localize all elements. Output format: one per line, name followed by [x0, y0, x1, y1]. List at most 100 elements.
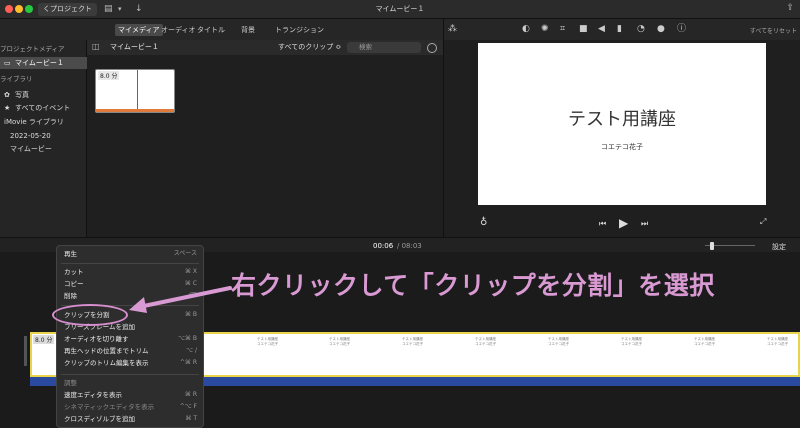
fullscreen-icon[interactable]: ⤢ — [760, 217, 766, 227]
menu-item-cinematic-editor[interactable]: シネマティックエディタを表示 ^⌥ F — [57, 402, 203, 412]
menu-item-label: オーディオを切り離す — [64, 335, 129, 343]
slide-title: テスト用講座 — [568, 109, 676, 130]
menu-item-label: カット — [64, 268, 84, 276]
browser-tabs: マイメディア オーディオ タイトル 背景 トランジション — [0, 19, 443, 40]
clip-duration-badge: 8.0 分 — [33, 335, 55, 344]
share-icon[interactable]: ⇪ — [786, 3, 794, 13]
adjustment-toolbar: ⁂ ◐ ✺ ⌗ ■ ◀ ▮ ◔ ● ⓘ すべてをリセット — [444, 19, 800, 40]
total-time: / 08:03 — [397, 242, 422, 250]
browser-title: マイムービー１ — [110, 43, 159, 51]
stabilization-icon[interactable]: ■ — [579, 24, 588, 35]
annotation-arrow — [129, 286, 232, 313]
info-icon[interactable]: ⓘ — [677, 24, 686, 35]
search-input[interactable]: 検索 — [347, 42, 421, 53]
sidebar-toggle-icon[interactable]: ◫ — [92, 42, 100, 51]
crop-icon[interactable]: ⌗ — [560, 24, 565, 35]
menu-separator — [61, 263, 199, 264]
skimmer-line — [137, 70, 138, 112]
sidebar-item-label: 写真 — [15, 91, 29, 99]
menu-item-shortcut: ^⌘ R — [179, 359, 197, 366]
film-icon: ▭ — [4, 59, 11, 67]
skip-back-icon[interactable]: ⏮ — [599, 219, 606, 229]
menu-item-label: 再生 — [64, 250, 77, 258]
filmstrip-frame: テスト用講座 コエテコ花子 — [257, 337, 278, 346]
used-range-bar — [96, 109, 174, 112]
magic-wand-icon[interactable]: ⁂ — [448, 24, 457, 35]
slide-subtitle: コエテコ花子 — [601, 143, 643, 151]
sidebar-item-imovie-library[interactable]: iMovie ライブラリ — [0, 116, 87, 128]
current-time: 00:06 — [373, 242, 394, 250]
sidebar-item-all-events[interactable]: ★ すべてのイベント — [0, 102, 87, 114]
volume-icon[interactable]: ◀ — [598, 24, 605, 35]
timeline-settings-button[interactable]: 設定 — [772, 242, 786, 252]
menu-item-play[interactable]: 再生 スペース — [57, 249, 203, 259]
gear-icon[interactable] — [427, 43, 437, 53]
noise-reduction-icon[interactable]: ● — [657, 24, 665, 35]
menu-item-shortcut: ⌘ T — [185, 415, 197, 422]
clip-filter-select[interactable]: すべてのクリップ ≎ — [278, 42, 341, 52]
menu-item-shortcut: ⌘ X — [184, 268, 197, 275]
color-balance-icon[interactable]: ◐ — [522, 24, 530, 35]
sidebar-item-photos[interactable]: ✿ 写真 — [0, 89, 87, 101]
menu-item-detach-audio[interactable]: オーディオを切り離す ⌥⌘ B — [57, 334, 203, 344]
menu-item-shortcut: ⌥ / — [186, 347, 197, 354]
menu-item-label: クロスディゾルブを追加 — [64, 415, 136, 423]
filmstrip-frame: テスト用講座 コエテコ花子 — [402, 337, 423, 346]
reset-all-button[interactable]: すべてをリセット — [750, 26, 797, 35]
menu-item-trim-to-playhead[interactable]: 再生ヘッドの位置までトリム ⌥ / — [57, 346, 203, 356]
media-browser: ◫ マイムービー１ すべてのクリップ ≎ ⌕ 検索 8.0 分 — [87, 40, 443, 237]
menu-item-label: 調整 — [64, 379, 77, 387]
filmstrip-frame: テスト用講座 コエテコ花子 — [329, 337, 350, 346]
preview-slide: テスト用講座 コエテコ花子 — [478, 43, 766, 205]
menu-item-show-clip-trimmer[interactable]: クリップのトリム編集を表示 ^⌘ R — [57, 358, 203, 368]
menu-item-shortcut: ⌥⌘ B — [178, 335, 197, 342]
star-icon: ★ — [4, 104, 11, 112]
filmstrip-frame: テスト用講座 コエテコ花子 — [767, 337, 788, 346]
menu-item-label: シネマティックエディタを表示 — [64, 403, 155, 411]
sidebar-item-my-movie-event[interactable]: マイムービー — [0, 143, 87, 155]
timeline-zoom-knob[interactable] — [710, 242, 714, 250]
tab-backgrounds[interactable]: 背景 — [238, 24, 258, 36]
title-bar: くプロジェクト ▤ ▾ ↓ マイムービー１ ⇪ — [0, 0, 800, 19]
clip-handle[interactable] — [24, 336, 27, 366]
library-sidebar: プロジェクトメディア ▭ マイムービー１ ライブラリ ✿ 写真 ★ すべてのイベ… — [0, 40, 87, 237]
equalizer-icon[interactable]: ▮ — [617, 24, 622, 35]
filmstrip-frame: テスト用講座 コエテコ花子 — [475, 337, 496, 346]
sidebar-item-my-movie[interactable]: ▭ マイムービー１ — [0, 57, 87, 69]
menu-item-label: 再生ヘッドの位置までトリム — [64, 347, 149, 355]
menu-item-speed-editor[interactable]: 速度エディタを表示 ⌘ R — [57, 390, 203, 400]
tab-my-media[interactable]: マイメディア — [115, 24, 163, 36]
sidebar-header-libraries: ライブラリ — [0, 75, 33, 83]
color-correction-icon[interactable]: ✺ — [541, 24, 549, 35]
skip-forward-icon[interactable]: ⏭ — [641, 219, 648, 229]
menu-item-cut[interactable]: カット ⌘ X — [57, 267, 203, 277]
annotation-text: 右クリックして「クリップを分割」を選択 — [231, 271, 715, 300]
menu-item-label: クリップのトリム編集を表示 — [64, 359, 149, 367]
menu-item-label: 削除 — [64, 292, 77, 300]
tab-transitions[interactable]: トランジション — [272, 24, 327, 36]
clip-thumbnail[interactable]: 8.0 分 — [95, 69, 175, 113]
menu-separator — [61, 374, 199, 375]
photos-icon: ✿ — [4, 91, 10, 99]
sidebar-item-label: すべてのイベント — [15, 104, 71, 112]
menu-section-adjust: 調整 — [57, 378, 203, 388]
menu-item-shortcut: スペース — [173, 250, 197, 257]
microphone-icon[interactable]: ♁ — [480, 217, 487, 228]
sidebar-header-project-media: プロジェクトメディア — [0, 45, 65, 53]
filmstrip-frame: テスト用講座 コエテコ花子 — [694, 337, 715, 346]
viewer-panel: ⁂ ◐ ✺ ⌗ ■ ◀ ▮ ◔ ● ⓘ すべてをリセット テスト用講座 コエテコ… — [443, 19, 800, 237]
speed-icon[interactable]: ◔ — [637, 24, 645, 35]
browser-header: ◫ マイムービー１ すべてのクリップ ≎ ⌕ 検索 — [87, 40, 443, 55]
filmstrip-frame: テスト用講座 コエテコ花子 — [548, 337, 569, 346]
menu-item-add-cross-dissolve[interactable]: クロスディゾルブを追加 ⌘ T — [57, 414, 203, 424]
sidebar-item-event-date[interactable]: 2022-05-20 — [0, 130, 87, 142]
filmstrip-frame: テスト用講座 コエテコ花子 — [621, 337, 642, 346]
menu-item-shortcut: ⌘ R — [184, 391, 197, 398]
menu-item-label: 速度エディタを表示 — [64, 391, 123, 399]
sidebar-item-label: マイムービー１ — [15, 59, 64, 67]
tab-titles[interactable]: タイトル — [194, 24, 228, 36]
tab-audio[interactable]: オーディオ — [158, 24, 199, 36]
highlight-ellipse — [52, 304, 128, 326]
context-menu: 再生スペース カット⌘ X コピー⌘ C 削除⌫ クリップを分割⌘ B フリーズ… — [56, 245, 204, 428]
play-button[interactable]: ▶ — [619, 216, 628, 230]
